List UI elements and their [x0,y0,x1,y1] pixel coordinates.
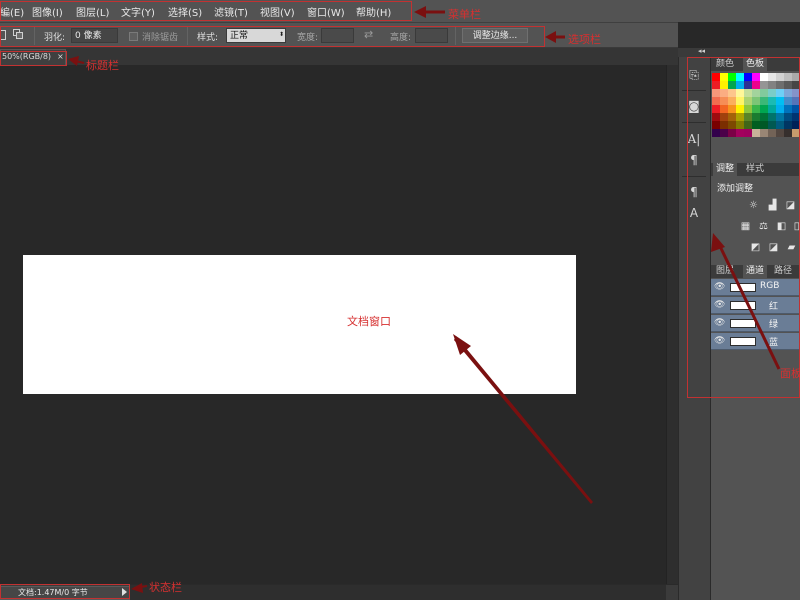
document-canvas[interactable] [23,255,576,394]
options-annotation-box [0,26,545,47]
dock-collapse-bar[interactable]: ◂◂ [678,47,800,57]
title-annotation-box [0,51,67,66]
panel-annotation-label: 面板 [780,367,800,380]
horizontal-scrollbar[interactable] [130,585,666,600]
collapse-icon[interactable]: ◂◂ [698,47,705,55]
title-annotation-label: 标题栏 [86,59,119,72]
status-annotation-label: 状态栏 [149,581,182,594]
menubar-annotation-box [0,1,412,21]
menubar-annotation-label: 菜单栏 [448,8,481,21]
document-annotation-label: 文档窗口 [347,315,391,328]
panel-annotation-box [687,57,800,398]
options-annotation-label: 选项栏 [568,33,601,46]
status-annotation-box [0,584,130,599]
vertical-scrollbar[interactable] [666,65,678,584]
